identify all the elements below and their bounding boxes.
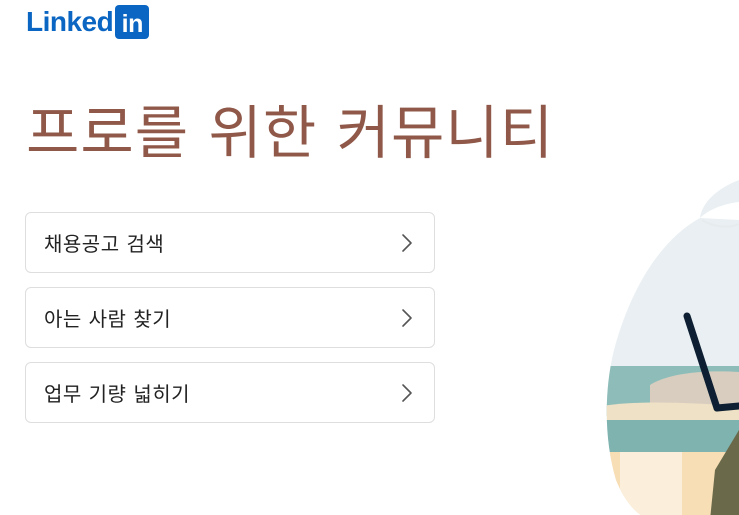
- logo-in-box: in: [115, 5, 150, 39]
- chevron-right-icon: [402, 308, 412, 327]
- find-people-button[interactable]: 아는 사람 찾기: [25, 287, 435, 348]
- linkedin-logo[interactable]: Linked in: [26, 5, 150, 39]
- action-label: 업무 기량 넓히기: [44, 382, 191, 406]
- action-label: 아는 사람 찾기: [44, 307, 172, 331]
- page-title: 프로를 위한 커뮤니티: [26, 99, 555, 167]
- page: Linked in 프로를 위한 커뮤니티 채용공고 검색 아는 사람 찾기 업…: [0, 0, 739, 515]
- learn-skills-button[interactable]: 업무 기량 넓히기: [25, 362, 435, 423]
- chevron-right-icon: [402, 233, 412, 252]
- search-jobs-button[interactable]: 채용공고 검색: [25, 212, 435, 273]
- hero-illustration: [606, 180, 739, 515]
- chevron-right-icon: [402, 383, 412, 402]
- logo-wordmark: Linked: [26, 6, 114, 37]
- action-list: 채용공고 검색 아는 사람 찾기 업무 기량 넓히기: [25, 212, 435, 437]
- action-label: 채용공고 검색: [44, 232, 165, 256]
